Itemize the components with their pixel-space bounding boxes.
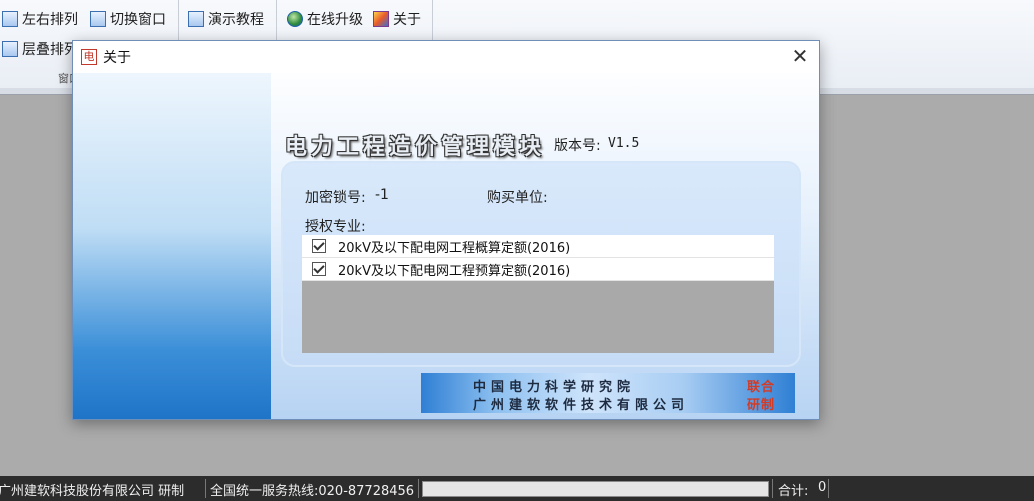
status-bar: 广州建软科技股份有限公司 研制 全国统一服务热线:020-87728456 合计…: [0, 476, 1034, 501]
close-icon[interactable]: ✕: [789, 45, 811, 67]
presentation-icon: [188, 11, 204, 27]
status-separator: [828, 479, 829, 498]
cascade-icon: [2, 41, 18, 57]
tile-left-right-label: 左右排列: [22, 12, 78, 28]
dialog-main-panel: 电力工程造价管理模块 版本号: V1.5 加密锁号: -1 购买单位: 授权专业…: [271, 73, 819, 419]
cascade-button[interactable]: 层叠排列: [2, 38, 78, 60]
tile-windows-icon: [2, 11, 18, 27]
demo-tutorial-label: 演示教程: [208, 12, 264, 28]
total-value: 0: [818, 480, 827, 495]
globe-icon: [287, 11, 303, 27]
status-hotline: 全国统一服务热线:020-87728456: [210, 484, 415, 499]
auth-label: 授权专业:: [305, 219, 366, 235]
list-item-text: 20kV及以下配电网工程预算定额(2016): [338, 263, 571, 279]
banner-line1: 中国电力科学研究院: [473, 380, 636, 395]
list-item-text: 20kV及以下配电网工程概算定额(2016): [338, 240, 571, 256]
checkbox[interactable]: [312, 239, 326, 253]
window-icon: [90, 11, 106, 27]
switch-window-label: 切换窗口: [110, 12, 166, 28]
version-value: V1.5: [608, 136, 640, 151]
switch-window-button[interactable]: 切换窗口: [90, 8, 166, 30]
version-label: 版本号:: [554, 138, 601, 154]
buyer-label: 购买单位:: [487, 190, 548, 206]
about-dialog: 电 关于 ✕ 电力工程造价管理模块 版本号: V1.5 加密锁号: -1 购买单…: [72, 40, 820, 420]
checkbox[interactable]: [312, 262, 326, 276]
dialog-title: 关于: [103, 50, 131, 66]
status-separator: [772, 479, 773, 498]
about-label: 关于: [393, 12, 421, 28]
dialog-side-panel: [73, 73, 271, 419]
about-button[interactable]: 关于: [373, 8, 421, 30]
about-icon: [373, 11, 389, 27]
banner-tag1: 联合: [747, 380, 776, 395]
tile-left-right-button[interactable]: 左右排列: [2, 8, 78, 30]
demo-tutorial-button[interactable]: 演示教程: [188, 8, 264, 30]
banner-line2: 广州建软软件技术有限公司: [473, 398, 690, 413]
status-company: 广州建软科技股份有限公司 研制: [0, 484, 185, 499]
progress-bar: [422, 481, 769, 497]
list-item[interactable]: 20kV及以下配电网工程概算定额(2016): [302, 235, 774, 258]
developer-banner: 中国电力科学研究院 广州建软软件技术有限公司 联合 研制: [421, 373, 795, 413]
list-item[interactable]: 20kV及以下配电网工程预算定额(2016): [302, 258, 774, 281]
online-upgrade-label: 在线升级: [307, 12, 363, 28]
banner-tag2: 研制: [747, 398, 776, 413]
app-icon: 电: [81, 49, 97, 65]
status-separator: [205, 479, 206, 498]
dialog-titlebar[interactable]: 电 关于 ✕: [73, 41, 819, 73]
total-label: 合计:: [778, 484, 809, 499]
online-upgrade-button[interactable]: 在线升级: [287, 8, 363, 30]
product-title: 电力工程造价管理模块: [285, 134, 546, 160]
cascade-label: 层叠排列: [22, 42, 78, 58]
lock-label: 加密锁号:: [305, 190, 366, 206]
auth-list: 20kV及以下配电网工程概算定额(2016) 20kV及以下配电网工程预算定额(…: [302, 235, 774, 353]
lock-value: -1: [375, 187, 389, 203]
status-separator: [418, 479, 419, 498]
